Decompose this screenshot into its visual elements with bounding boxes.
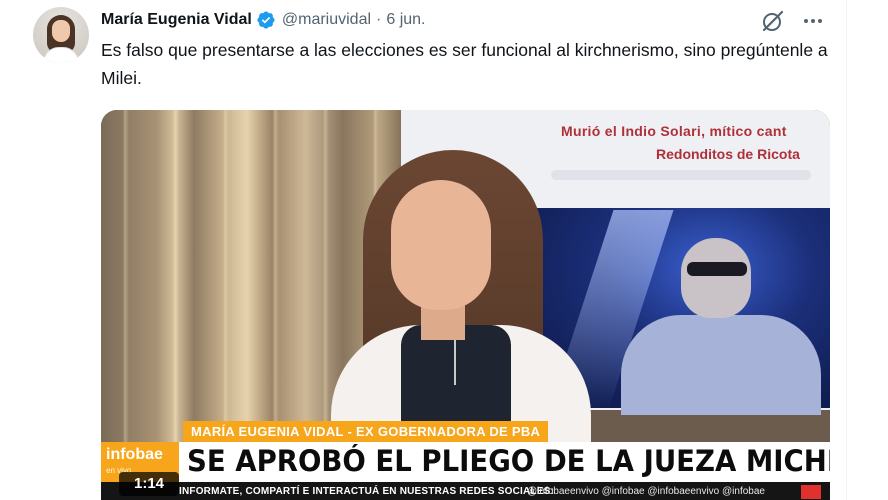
- verified-badge-icon[interactable]: [256, 10, 276, 30]
- lower-third-subtitle: MARÍA EUGENIA VIDAL - EX GOBERNADORA DE …: [183, 421, 549, 442]
- tweet-date[interactable]: 6 jun.: [386, 11, 425, 29]
- tweet-header: María Eugenia Vidal @mariuvidal · 6 jun.: [101, 9, 426, 31]
- tv-lower-third: MARÍA EUGENIA VIDAL - EX GOBERNADORA DE …: [101, 421, 830, 500]
- video-player[interactable]: Murió el Indio Solari, mítico cant Redon…: [101, 110, 830, 500]
- tweet-actions-top: [760, 8, 824, 34]
- avatar-body: [43, 47, 79, 63]
- ticker-text: INFORMATE, COMPARTÍ E INTERACTUÁ EN NUES…: [179, 486, 554, 497]
- screen-subheadline: Redonditos de Ricota: [656, 146, 800, 162]
- avatar[interactable]: [33, 7, 89, 63]
- infobae-logo-text: infobae: [106, 446, 163, 463]
- grok-icon[interactable]: [760, 8, 786, 34]
- video-duration-badge: 1:14: [119, 472, 179, 496]
- separator-dot: ·: [376, 11, 382, 28]
- screen-headline: Murió el Indio Solari, mítico cant: [561, 123, 787, 139]
- avatar-face: [52, 20, 70, 42]
- timeline-divider: [846, 0, 847, 500]
- speaker-face: [391, 180, 491, 310]
- screen-divider: [551, 170, 811, 180]
- singer-head: [681, 238, 751, 318]
- author-handle[interactable]: @mariuvidal: [282, 11, 371, 29]
- tweet-text: Es falso que presentarse a las eleccione…: [101, 40, 828, 88]
- tweet[interactable]: María Eugenia Vidal @mariuvidal · 6 jun.: [0, 0, 888, 500]
- singer-glasses: [687, 262, 747, 276]
- ticker-social-handles: @infobaeenvivo @infobae @infobaeenvivo @…: [527, 486, 765, 497]
- ticker-tag-icon: [801, 485, 821, 499]
- more-options-icon[interactable]: [802, 10, 824, 32]
- author-name[interactable]: María Eugenia Vidal: [101, 11, 252, 29]
- news-ticker: INFORMATE, COMPARTÍ E INTERACTUÁ EN NUES…: [101, 482, 830, 500]
- lower-third-headline: SE APROBÓ EL PLIEGO DE LA JUEZA MICHELLI: [179, 442, 830, 482]
- headline-text: SE APROBÓ EL PLIEGO DE LA JUEZA MICHELLI: [187, 444, 830, 478]
- singer-figure: [621, 315, 821, 415]
